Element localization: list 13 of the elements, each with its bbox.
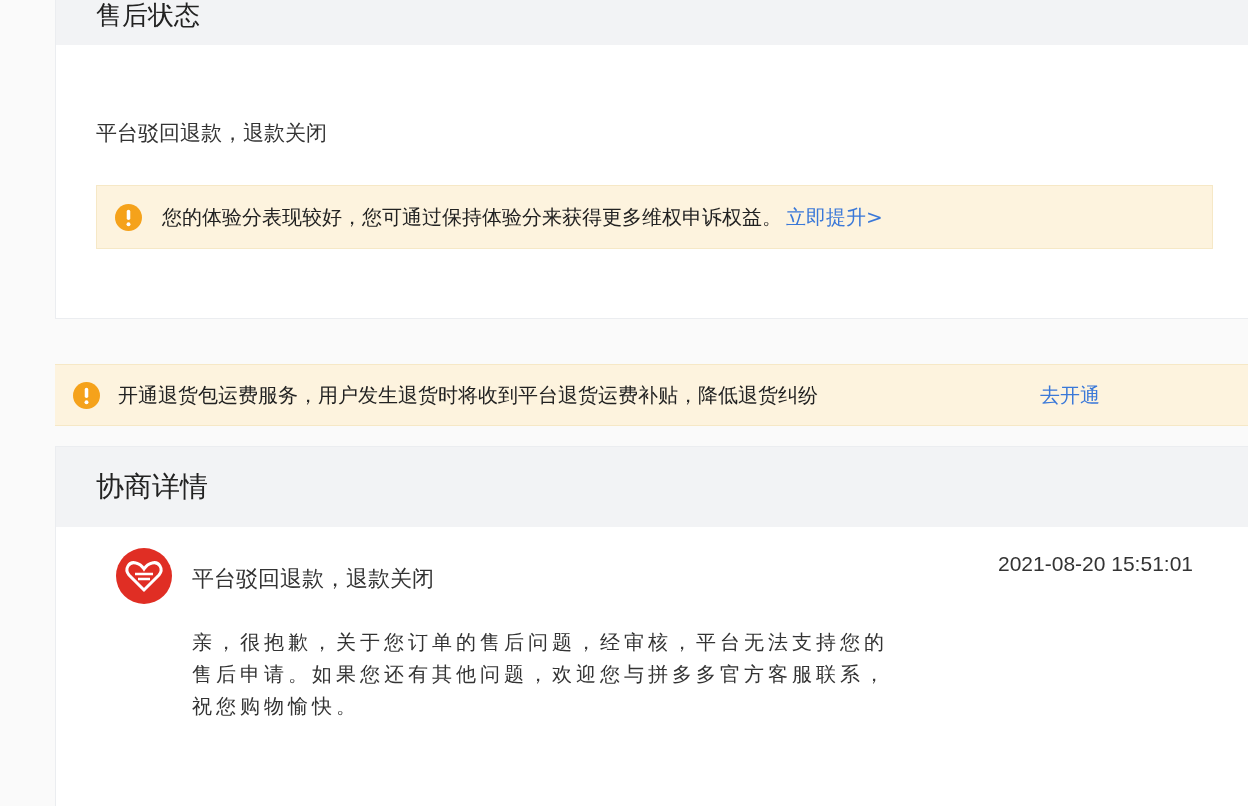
activate-link[interactable]: 去开通 <box>1040 381 1100 409</box>
section-title: 售后状态 <box>96 0 200 30</box>
warning-icon <box>115 203 142 231</box>
banner-text: 开通退货包运费服务，用户发生退货时将收到平台退货运费补贴，降低退货纠纷 <box>118 381 819 409</box>
section-title: 协商详情 <box>96 469 208 505</box>
timestamp: 2021-08-20 15:51:01 <box>998 552 1193 576</box>
notice-text: 您的体验分表现较好，您可通过保持体验分来获得更多维权申诉权益。 <box>162 203 782 231</box>
warning-icon <box>73 381 100 409</box>
improve-link[interactable]: 立即提升> <box>786 203 883 231</box>
status-text: 平台驳回退款，退款关闭 <box>96 120 328 147</box>
entry-title: 平台驳回退款，退款关闭 <box>192 565 434 593</box>
message-text: 亲，很抱歉，关于您订单的售后问题，经审核，平台无法支持您的售后申请。如果您还有其他问题，欢迎您与拼多多官方客服联系，祝您购物愉快。 <box>192 629 889 720</box>
avatar-icon <box>116 548 172 604</box>
